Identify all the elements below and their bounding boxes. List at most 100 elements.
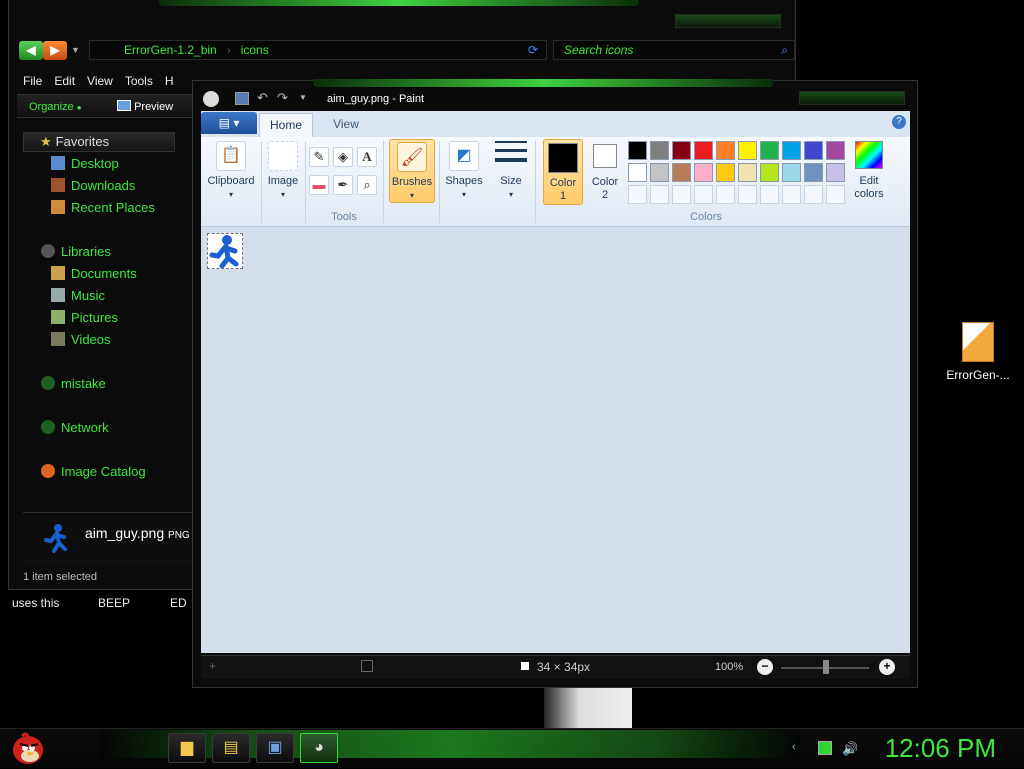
organize-button[interactable]: Organize ● (29, 99, 82, 116)
file-menu-button[interactable]: ▤ ▾ (201, 112, 257, 134)
palette-swatch[interactable] (716, 141, 735, 160)
palette-swatch[interactable] (804, 141, 823, 160)
show-hidden-icons[interactable]: ‹ (792, 741, 806, 755)
forward-button[interactable]: ▶ (43, 41, 67, 60)
start-button[interactable] (8, 730, 46, 766)
save-icon[interactable] (235, 92, 249, 105)
nav-item-music[interactable]: Music (51, 286, 105, 306)
palette-swatch[interactable] (672, 163, 691, 182)
taskbar-paint[interactable]: ◕ (300, 733, 338, 763)
paint-app-icon[interactable] (203, 91, 219, 107)
magnifier-icon[interactable]: ⌕ (357, 175, 377, 195)
nav-item-desktop[interactable]: Desktop (51, 154, 119, 174)
help-icon[interactable]: ? (892, 115, 906, 129)
custom-color-slot[interactable] (628, 185, 647, 204)
canvas-area[interactable] (201, 227, 910, 653)
address-bar[interactable]: ErrorGen-1.2_bin › icons ⟳ (89, 40, 547, 60)
taskbar-explorer[interactable]: ▆ (168, 733, 206, 763)
customize-qat-icon[interactable]: ▼ (299, 93, 307, 102)
undo-icon[interactable]: ↶ (257, 90, 268, 106)
palette-swatch[interactable] (782, 163, 801, 182)
eraser-icon[interactable]: ▬ (309, 175, 329, 195)
custom-color-slot[interactable] (738, 185, 757, 204)
palette-swatch[interactable] (738, 163, 757, 182)
refresh-icon[interactable]: ⟳ (528, 41, 538, 59)
zoom-slider-thumb[interactable] (823, 660, 829, 674)
nav-item-libraries[interactable]: Libraries (41, 242, 111, 262)
search-input[interactable]: Search icons ⌕ (553, 40, 795, 60)
clipboard-button[interactable]: 📋 Clipboard ▾ (203, 141, 259, 201)
palette-swatch[interactable] (628, 163, 647, 182)
pencil-icon[interactable]: ✎ (309, 147, 329, 167)
nav-item-pictures[interactable]: Pictures (51, 308, 118, 328)
menu-help[interactable]: H (165, 71, 174, 91)
color2-button[interactable]: Color 2 (587, 142, 623, 202)
recent-dropdown-icon[interactable]: ▼ (71, 45, 80, 55)
taskbar-app-2[interactable]: ▤ (212, 733, 250, 763)
zoom-in-button[interactable]: + (879, 659, 895, 675)
shapes-button[interactable]: ◩ Shapes ▾ (443, 141, 485, 201)
palette-swatch[interactable] (826, 141, 845, 160)
search-icon[interactable]: ⌕ (781, 41, 788, 59)
nav-item-recent-places[interactable]: Recent Places (51, 198, 155, 218)
custom-color-slot[interactable] (716, 185, 735, 204)
zoom-out-button[interactable]: − (757, 659, 773, 675)
nav-item-videos[interactable]: Videos (51, 330, 111, 350)
custom-color-slot[interactable] (694, 185, 713, 204)
palette-swatch[interactable] (738, 141, 757, 160)
breadcrumb-subfolder[interactable]: icons (241, 43, 269, 57)
size-button[interactable]: Size ▾ (491, 141, 531, 201)
menu-view[interactable]: View (87, 71, 113, 91)
palette-swatch[interactable] (804, 163, 823, 182)
action-center-icon[interactable] (818, 741, 832, 755)
text-icon[interactable]: A (357, 147, 377, 167)
custom-color-slot[interactable] (672, 185, 691, 204)
edit-colors-button[interactable]: Edit colors (849, 141, 889, 201)
caption-buttons[interactable] (799, 91, 905, 105)
tab-view[interactable]: View (319, 113, 373, 135)
palette-swatch[interactable] (694, 141, 713, 160)
menu-file[interactable]: File (23, 71, 42, 91)
palette-swatch[interactable] (760, 141, 779, 160)
breadcrumb-folder[interactable]: ErrorGen-1.2_bin (124, 43, 217, 57)
menu-tools[interactable]: Tools (125, 71, 153, 91)
palette-swatch[interactable] (628, 141, 647, 160)
palette-swatch[interactable] (650, 163, 669, 182)
tab-home[interactable]: Home (259, 113, 313, 137)
fill-icon[interactable]: ◈ (333, 147, 353, 167)
menu-edit[interactable]: Edit (54, 71, 75, 91)
palette-swatch[interactable] (826, 163, 845, 182)
palette-swatch[interactable] (672, 141, 691, 160)
nav-item-image-catalog[interactable]: Image Catalog (41, 462, 146, 482)
custom-color-slot[interactable] (760, 185, 779, 204)
clock[interactable]: 12:06 PM (885, 733, 996, 763)
palette-swatch[interactable] (716, 163, 735, 182)
caption-buttons[interactable] (675, 14, 781, 28)
nav-item-downloads[interactable]: Downloads (51, 176, 135, 196)
palette-swatch[interactable] (650, 141, 669, 160)
volume-icon[interactable]: 🔊 (842, 741, 858, 756)
custom-color-slot[interactable] (804, 185, 823, 204)
nav-item-documents[interactable]: Documents (51, 264, 137, 284)
image-button[interactable]: Image ▾ (263, 141, 303, 201)
desktop-icon-errorgen[interactable]: ErrorGen-... (938, 320, 1018, 390)
nav-item-network[interactable]: Network (41, 418, 109, 438)
palette-swatch[interactable] (760, 163, 779, 182)
custom-color-slot[interactable] (826, 185, 845, 204)
music-icon (51, 288, 65, 302)
brushes-button[interactable]: 🖌 Brushes ▾ (389, 139, 435, 203)
palette-swatch[interactable] (782, 141, 801, 160)
color-picker-icon[interactable]: ✒ (333, 175, 353, 195)
color1-button[interactable]: Color 1 (543, 139, 583, 205)
taskbar-app-3[interactable]: ▣ (256, 733, 294, 763)
favorites-header[interactable]: ★ Favorites (23, 132, 175, 152)
custom-color-slot[interactable] (650, 185, 669, 204)
nav-label: Videos (71, 332, 111, 347)
preview-button[interactable]: Preview (117, 99, 173, 115)
redo-icon[interactable]: ↷ (277, 90, 288, 106)
custom-color-slot[interactable] (782, 185, 801, 204)
back-button[interactable]: ◀ (19, 41, 43, 60)
palette-swatch[interactable] (694, 163, 713, 182)
drawing-canvas[interactable] (207, 233, 243, 269)
nav-item-mistake[interactable]: mistake (41, 374, 106, 394)
